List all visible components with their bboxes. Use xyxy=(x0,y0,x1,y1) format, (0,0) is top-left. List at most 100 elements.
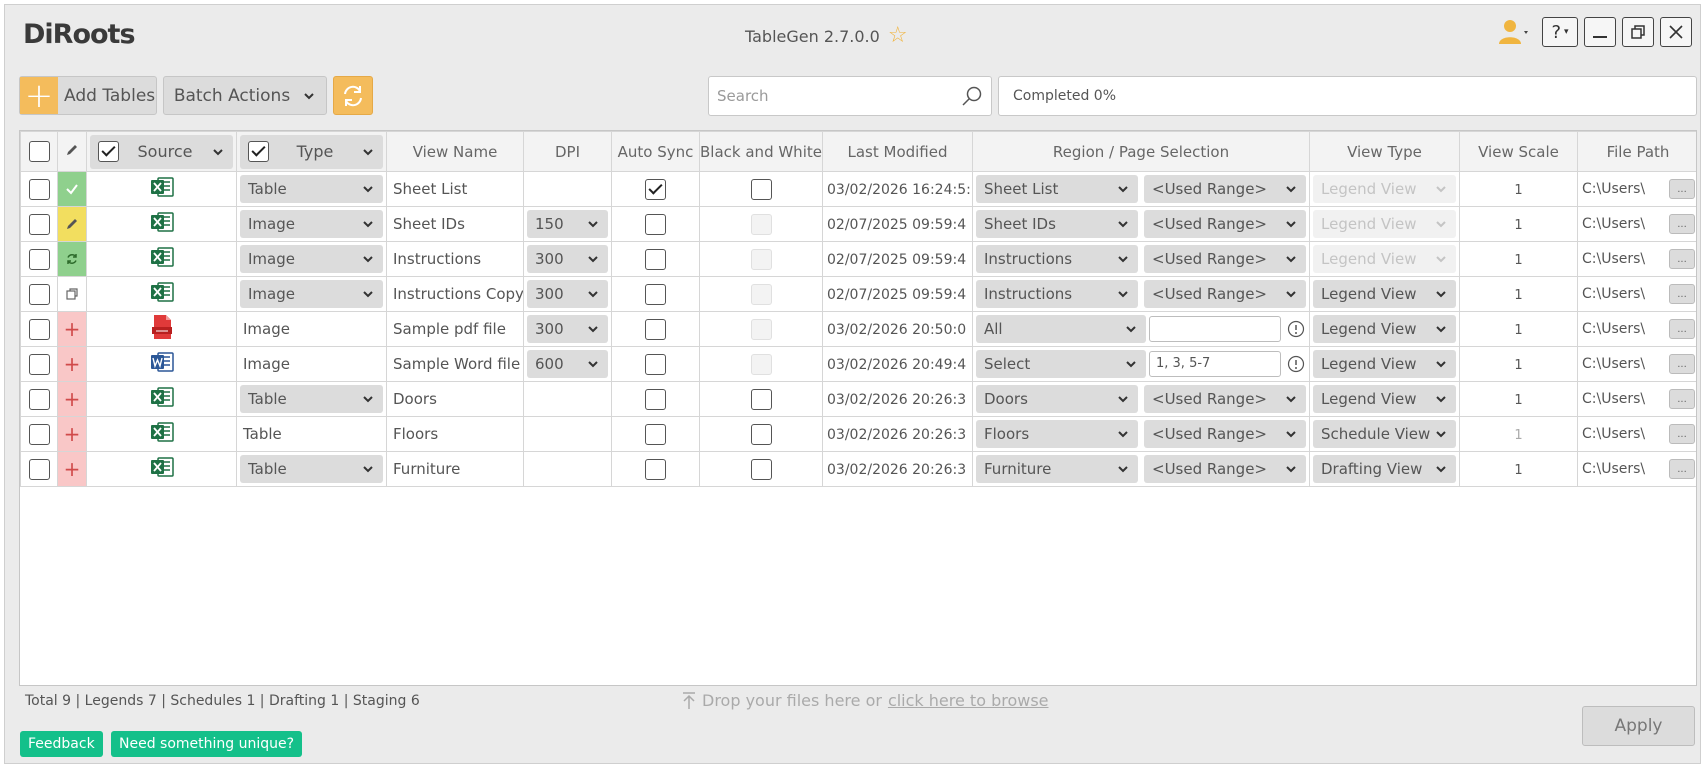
row-checkbox[interactable] xyxy=(28,388,50,410)
black-white-header[interactable]: Black and White xyxy=(699,131,823,172)
region-dropdown[interactable]: Floors xyxy=(976,420,1138,448)
user-menu[interactable] xyxy=(1498,18,1532,46)
browse-path-button[interactable]: ... xyxy=(1669,179,1695,199)
browse-link[interactable]: click here to browse xyxy=(888,691,1049,710)
region-dropdown[interactable]: Sheet IDs xyxy=(976,210,1138,238)
auto-sync-checkbox[interactable] xyxy=(645,388,666,410)
black-white-checkbox[interactable] xyxy=(750,178,772,200)
range-dropdown[interactable]: <Used Range> xyxy=(1144,245,1306,273)
view-name-cell[interactable]: Furniture xyxy=(386,451,524,487)
view-name-cell[interactable]: Sample pdf file xyxy=(386,311,524,347)
dpi-dropdown[interactable]: 150 xyxy=(527,210,608,238)
auto-sync-checkbox[interactable] xyxy=(645,213,666,235)
page-range-input[interactable]: 1, 3, 5-7 xyxy=(1149,351,1281,377)
browse-path-button[interactable]: ... xyxy=(1669,284,1695,304)
row-checkbox[interactable] xyxy=(28,458,50,480)
range-dropdown[interactable]: <Used Range> xyxy=(1144,385,1306,413)
view-name-cell[interactable]: Doors xyxy=(386,381,524,417)
source-filter[interactable]: Source xyxy=(90,134,233,169)
table-row[interactable]: + Image Sample pdf file 300 03/02/2026 20:50… xyxy=(20,311,1696,347)
row-checkbox[interactable] xyxy=(28,353,50,375)
region-dropdown[interactable]: Furniture xyxy=(976,455,1138,483)
black-white-checkbox[interactable] xyxy=(750,458,772,480)
source-checkbox[interactable] xyxy=(98,141,119,162)
auto-sync-checkbox[interactable] xyxy=(645,178,666,200)
view-name-cell[interactable]: Sheet List xyxy=(386,171,524,207)
region-dropdown[interactable]: Instructions xyxy=(976,245,1138,273)
select-all-checkbox[interactable] xyxy=(28,141,50,162)
view-scale-cell[interactable]: 1 xyxy=(1459,171,1578,207)
table-row[interactable]: + Image Sample Word file 600 03/02/2026 20:4… xyxy=(20,346,1696,382)
help-button[interactable]: ? ▾ xyxy=(1542,17,1578,47)
view-type-dropdown[interactable]: Legend View xyxy=(1313,280,1456,308)
view-scale-cell[interactable]: 1 xyxy=(1459,241,1578,277)
auto-sync-checkbox[interactable] xyxy=(645,353,666,375)
auto-sync-checkbox[interactable] xyxy=(645,283,666,305)
view-scale-cell[interactable]: 1 xyxy=(1459,416,1578,452)
region-header[interactable]: Region / Page Selection xyxy=(972,131,1310,172)
range-dropdown[interactable]: <Used Range> xyxy=(1144,175,1306,203)
add-tables-button[interactable]: + Add Tables xyxy=(19,76,157,116)
table-row[interactable]: Image Instructions 300 02/07/2025 09:59:4 In… xyxy=(20,241,1696,277)
dpi-dropdown[interactable]: 300 xyxy=(527,280,608,308)
browse-path-button[interactable]: ... xyxy=(1669,249,1695,269)
range-dropdown[interactable]: <Used Range> xyxy=(1144,455,1306,483)
auto-sync-header[interactable]: Auto Sync xyxy=(611,131,700,172)
view-scale-cell[interactable]: 1 xyxy=(1459,346,1578,382)
region-dropdown[interactable]: Sheet List xyxy=(976,175,1138,203)
view-type-header[interactable]: View Type xyxy=(1309,131,1460,172)
view-scale-cell[interactable]: 1 xyxy=(1459,451,1578,487)
browse-path-button[interactable]: ... xyxy=(1669,424,1695,444)
dpi-dropdown[interactable]: 300 xyxy=(527,245,608,273)
region-dropdown[interactable]: Doors xyxy=(976,385,1138,413)
type-filter[interactable]: Type xyxy=(240,134,383,169)
view-name-cell[interactable]: Sample Word file xyxy=(386,346,524,382)
view-name-cell[interactable]: Sheet IDs xyxy=(386,206,524,242)
view-type-dropdown[interactable]: Schedule View xyxy=(1313,420,1456,448)
type-dropdown[interactable]: Table xyxy=(240,385,383,413)
auto-sync-checkbox[interactable] xyxy=(645,248,666,270)
region-dropdown[interactable]: Select xyxy=(976,350,1146,378)
type-dropdown[interactable]: Image xyxy=(240,280,383,308)
view-type-dropdown[interactable]: Legend View xyxy=(1313,350,1456,378)
view-name-cell[interactable]: Floors xyxy=(386,416,524,452)
view-name-header[interactable]: View Name xyxy=(386,131,524,172)
row-checkbox[interactable] xyxy=(28,283,50,305)
auto-sync-checkbox[interactable] xyxy=(645,458,666,480)
row-checkbox[interactable] xyxy=(28,423,50,445)
type-checkbox[interactable] xyxy=(248,141,269,162)
browse-path-button[interactable]: ... xyxy=(1669,459,1695,479)
page-range-input[interactable] xyxy=(1149,316,1281,342)
batch-actions-button[interactable]: Batch Actions xyxy=(163,76,327,115)
region-dropdown[interactable]: Instructions xyxy=(976,280,1138,308)
dpi-dropdown[interactable]: 600 xyxy=(527,350,608,378)
view-name-cell[interactable]: Instructions xyxy=(386,241,524,277)
view-type-dropdown[interactable]: Legend View xyxy=(1313,385,1456,413)
table-row[interactable]: + Table Furniture 03/02/2026 20:26:3 Furnitu… xyxy=(20,451,1696,487)
region-dropdown[interactable]: All xyxy=(976,315,1146,343)
type-dropdown[interactable]: Image xyxy=(240,210,383,238)
search-input[interactable]: Search xyxy=(708,76,992,116)
close-button[interactable] xyxy=(1660,17,1692,47)
range-dropdown[interactable]: <Used Range> xyxy=(1144,420,1306,448)
view-scale-cell[interactable]: 1 xyxy=(1459,311,1578,347)
row-checkbox[interactable] xyxy=(28,178,50,200)
black-white-checkbox[interactable] xyxy=(750,423,772,445)
info-icon[interactable] xyxy=(1287,355,1305,373)
table-row[interactable]: + Table Floors 03/02/2026 20:26:3 Floors <Use… xyxy=(20,416,1696,452)
apply-button[interactable]: Apply xyxy=(1582,706,1695,746)
last-modified-header[interactable]: Last Modified xyxy=(822,131,973,172)
table-row[interactable]: Table Sheet List 03/02/2026 16:24:5: Sheet … xyxy=(20,171,1696,207)
browse-path-button[interactable]: ... xyxy=(1669,319,1695,339)
restore-button[interactable] xyxy=(1622,17,1654,47)
black-white-checkbox[interactable] xyxy=(750,388,772,410)
view-scale-header[interactable]: View Scale xyxy=(1459,131,1578,172)
range-dropdown[interactable]: <Used Range> xyxy=(1144,210,1306,238)
star-icon[interactable]: ☆ xyxy=(888,25,908,47)
row-checkbox[interactable] xyxy=(28,318,50,340)
need-something-unique-button[interactable]: Need something unique? xyxy=(111,731,303,757)
browse-path-button[interactable]: ... xyxy=(1669,214,1695,234)
dpi-dropdown[interactable]: 300 xyxy=(527,315,608,343)
view-scale-cell[interactable]: 1 xyxy=(1459,206,1578,242)
range-dropdown[interactable]: <Used Range> xyxy=(1144,280,1306,308)
